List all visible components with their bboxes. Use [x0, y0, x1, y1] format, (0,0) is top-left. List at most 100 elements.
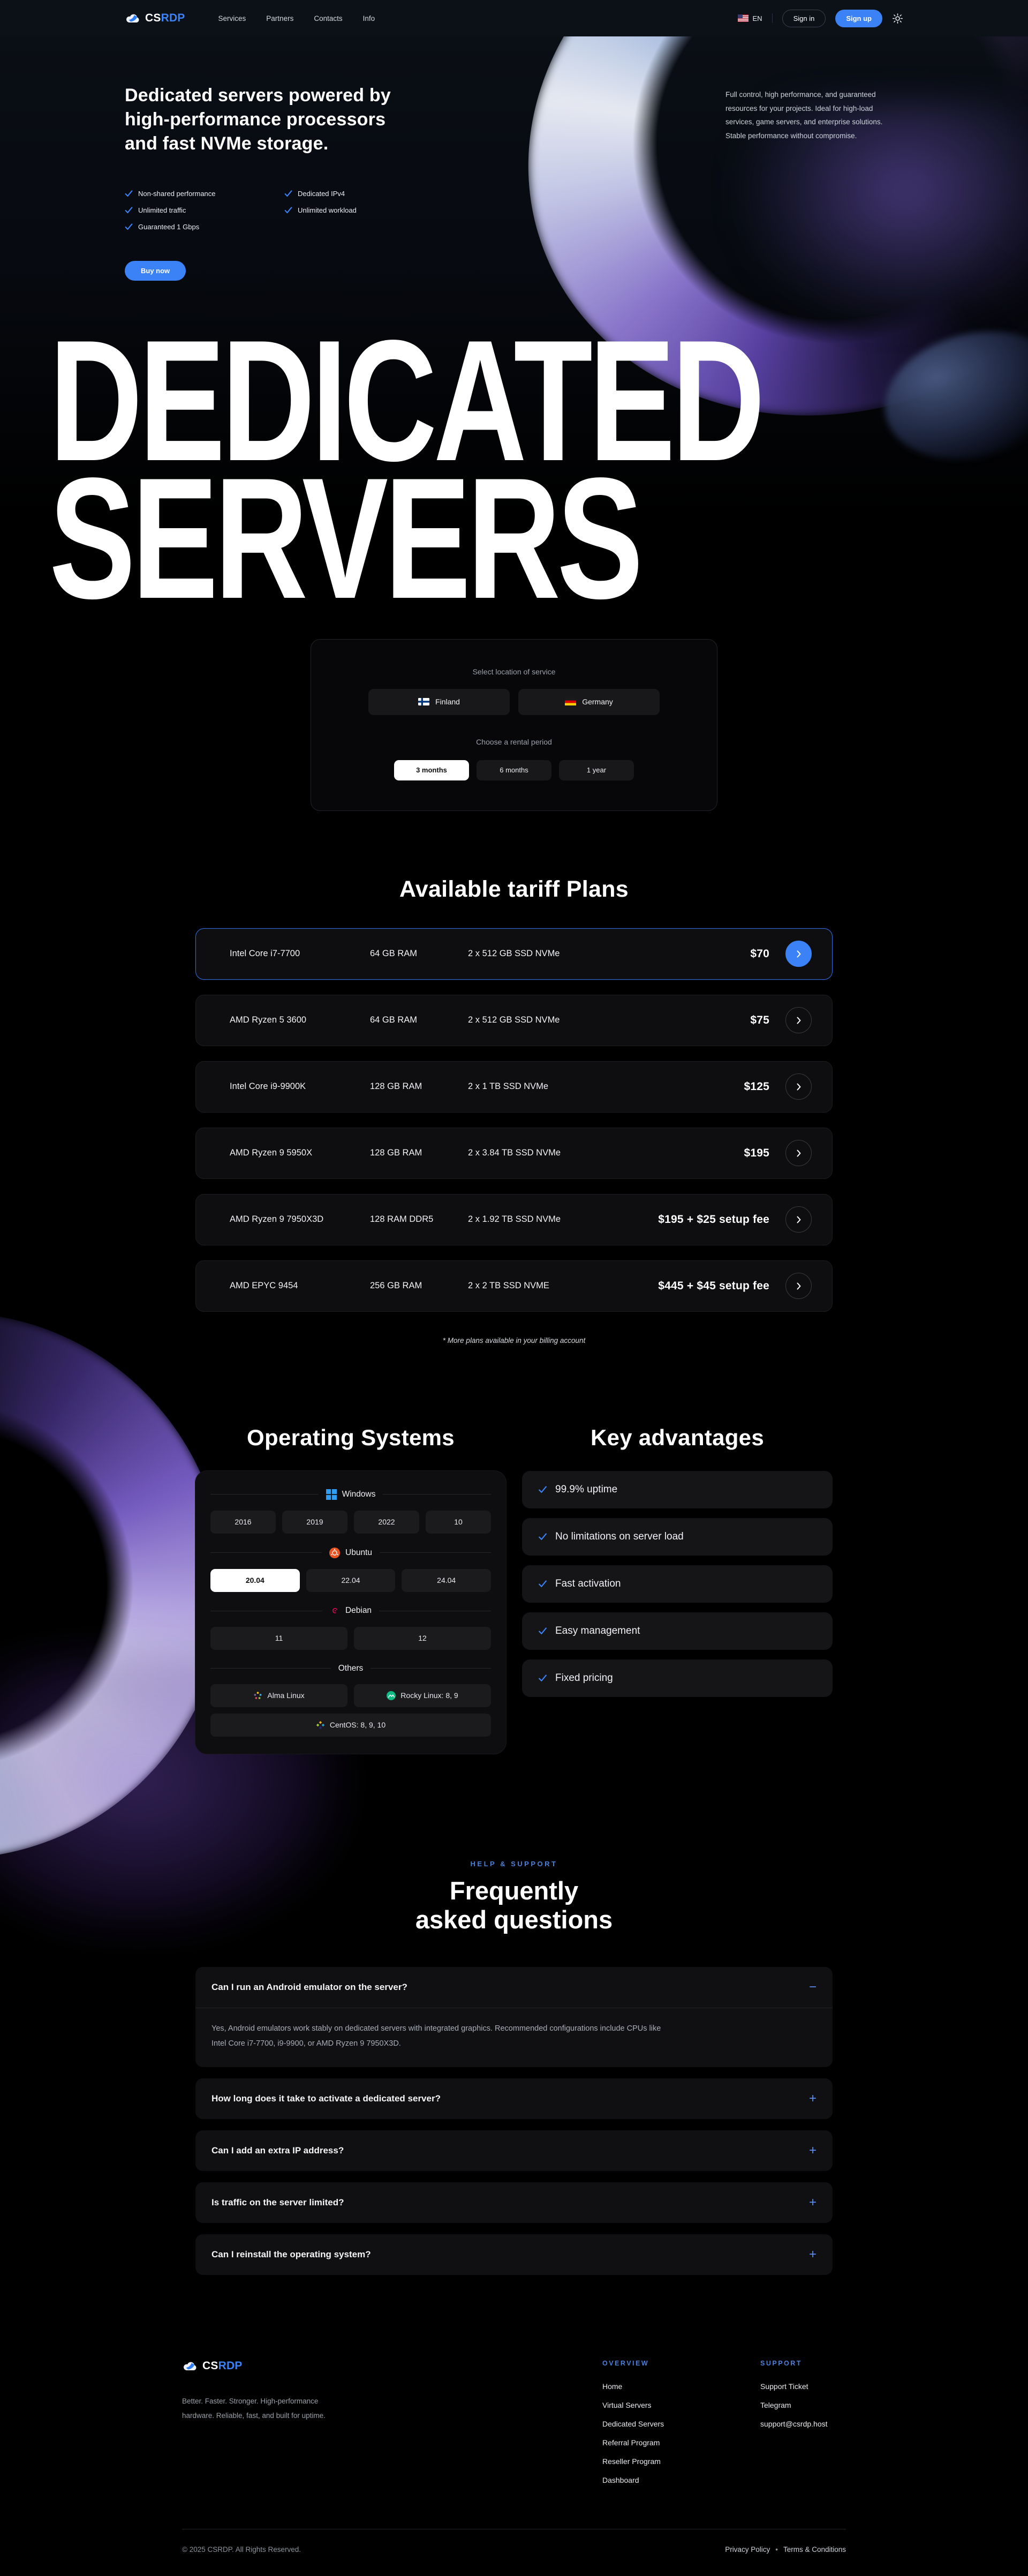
os-ubuntu-2404-button[interactable]: 24.04 — [402, 1569, 491, 1592]
footer-support-title: SUPPORT — [760, 2360, 828, 2367]
expand-plus-icon[interactable]: + — [809, 2144, 817, 2157]
os-windows-2019-button[interactable]: 2019 — [282, 1511, 347, 1534]
top-navbar: CSRDP Services Partners Contacts Info EN… — [0, 0, 1028, 36]
plan-order-arrow-button[interactable] — [785, 1273, 812, 1299]
faq-item-traffic-limit: Is traffic on the server limited? + — [195, 2182, 833, 2223]
faq-question-toggle[interactable]: How long does it take to activate a dedi… — [195, 2078, 833, 2119]
hero-description: Full control, high performance, and guar… — [725, 88, 903, 156]
plan-row-intel-i7-7700[interactable]: Intel Core i7-7700 64 GB RAM 2 x 512 GB … — [195, 928, 833, 980]
terms-conditions-link[interactable]: Terms & Conditions — [783, 2545, 846, 2554]
plan-row-ryzen-9-5950x[interactable]: AMD Ryzen 9 5950X 128 GB RAM 2 x 3.84 TB… — [195, 1128, 833, 1179]
period-1-year-button[interactable]: 1 year — [559, 760, 634, 780]
plan-order-arrow-button[interactable] — [785, 941, 812, 967]
divider-line — [210, 1668, 331, 1669]
faq-item-android-emulator: Can I run an Android emulator on the ser… — [195, 1967, 833, 2068]
advantage-item: Easy management — [522, 1612, 833, 1650]
location-finland-button[interactable]: Finland — [368, 689, 510, 715]
os-and-advantages-section: Operating Systems Windows 2016 — [0, 1425, 1028, 1754]
ubuntu-group-label: Ubuntu — [329, 1548, 372, 1558]
feature-item: Non-shared performance — [125, 190, 284, 198]
nav-info[interactable]: Info — [363, 14, 375, 22]
privacy-policy-link[interactable]: Privacy Policy — [725, 2545, 770, 2554]
footer-link-home[interactable]: Home — [602, 2382, 693, 2391]
os-alma-linux-button[interactable]: Alma Linux — [210, 1684, 347, 1707]
language-switcher[interactable]: EN — [738, 14, 762, 22]
os-centos-button[interactable]: CentOS: 8, 9, 10 — [210, 1714, 491, 1737]
order-configurator-card: Select location of service Finland Germa… — [311, 639, 717, 811]
plan-price: $70 — [750, 948, 769, 960]
plan-row-ryzen-5-3600[interactable]: AMD Ryzen 5 3600 64 GB RAM 2 x 512 GB SS… — [195, 995, 833, 1046]
plans-list: Intel Core i7-7700 64 GB RAM 2 x 512 GB … — [195, 928, 833, 1312]
expand-plus-icon[interactable]: + — [809, 2092, 817, 2105]
tariff-plans-section: Available tariff Plans Intel Core i7-770… — [0, 876, 1028, 1345]
footer-link-referral-program[interactable]: Referral Program — [602, 2438, 693, 2447]
faq-question-toggle[interactable]: Is traffic on the server limited? + — [195, 2182, 833, 2223]
plans-heading: Available tariff Plans — [0, 876, 1028, 903]
footer-link-virtual-servers[interactable]: Virtual Servers — [602, 2401, 693, 2409]
os-ubuntu-2004-button[interactable]: 20.04 — [210, 1569, 300, 1592]
footer-bottom-bar: © 2025 CSRDP. All Rights Reserved. Priva… — [182, 2529, 846, 2576]
period-6-months-button[interactable]: 6 months — [477, 760, 551, 780]
feature-item: Unlimited workload — [284, 206, 461, 214]
ubuntu-logo-icon — [329, 1548, 340, 1558]
footer-brand-logo[interactable]: CSRDP — [182, 2360, 386, 2372]
os-debian-11-button[interactable]: 11 — [210, 1627, 347, 1650]
expand-plus-icon[interactable]: + — [809, 2248, 817, 2261]
plan-order-arrow-button[interactable] — [785, 1140, 812, 1166]
os-ubuntu-2204-button[interactable]: 22.04 — [306, 1569, 396, 1592]
plan-row-intel-i9-9900k[interactable]: Intel Core i9-9900K 128 GB RAM 2 x 1 TB … — [195, 1061, 833, 1113]
period-3-months-button[interactable]: 3 months — [394, 760, 469, 780]
plan-row-ryzen-9-7950x3d[interactable]: AMD Ryzen 9 7950X3D 128 RAM DDR5 2 x 1.9… — [195, 1194, 833, 1245]
nav-services[interactable]: Services — [218, 14, 246, 22]
sign-up-button[interactable]: Sign up — [835, 10, 882, 27]
os-rocky-linux-button[interactable]: Rocky Linux: 8, 9 — [354, 1684, 491, 1707]
expand-plus-icon[interactable]: + — [809, 2196, 817, 2209]
os-windows-10-button[interactable]: 10 — [426, 1511, 491, 1534]
hero-feature-list: Non-shared performance Dedicated IPv4 Un… — [125, 190, 903, 231]
plan-order-arrow-button[interactable] — [785, 1073, 812, 1100]
plan-price: $445 + $45 setup fee — [658, 1280, 769, 1293]
location-germany-button[interactable]: Germany — [518, 689, 660, 715]
brand-logo[interactable]: CSRDP — [125, 12, 185, 25]
collapse-minus-icon[interactable]: − — [809, 1981, 817, 1994]
advantage-item: Fixed pricing — [522, 1659, 833, 1697]
advantages-heading: Key advantages — [522, 1425, 833, 1451]
main-nav: Services Partners Contacts Info — [218, 14, 375, 22]
advantages-list: 99.9% uptime No limitations on server lo… — [522, 1471, 833, 1697]
debian-logo-icon — [330, 1606, 340, 1616]
faq-question-toggle[interactable]: Can I run an Android emulator on the ser… — [195, 1967, 833, 2008]
os-debian-12-button[interactable]: 12 — [354, 1627, 491, 1650]
footer-link-telegram[interactable]: Telegram — [760, 2401, 828, 2409]
footer-link-dedicated-servers[interactable]: Dedicated Servers — [602, 2420, 693, 2428]
advantage-item: Fast activation — [522, 1565, 833, 1603]
faq-question-toggle[interactable]: Can I add an extra IP address? + — [195, 2130, 833, 2171]
divider-line — [371, 1668, 491, 1669]
footer-overview-title: OVERVIEW — [602, 2360, 693, 2367]
page-footer: CSRDP Better. Faster. Stronger. High-per… — [0, 2360, 1028, 2576]
footer-link-dashboard[interactable]: Dashboard — [602, 2476, 693, 2484]
plan-row-epyc-9454[interactable]: AMD EPYC 9454 256 GB RAM 2 x 2 TB SSD NV… — [195, 1260, 833, 1312]
os-selector-card: Windows 2016 2019 2022 10 — [195, 1471, 506, 1754]
faq-item-activation-time: How long does it take to activate a dedi… — [195, 2078, 833, 2119]
sign-in-button[interactable]: Sign in — [782, 10, 826, 27]
footer-link-support-email[interactable]: support@csrdp.host — [760, 2420, 828, 2428]
nav-partners[interactable]: Partners — [266, 14, 293, 22]
period-label: Choose a rental period — [311, 738, 717, 746]
os-windows-2022-button[interactable]: 2022 — [354, 1511, 419, 1534]
footer-link-reseller-program[interactable]: Reseller Program — [602, 2457, 693, 2466]
buy-now-button[interactable]: Buy now — [125, 261, 186, 281]
check-icon — [538, 1627, 547, 1635]
plan-order-arrow-button[interactable] — [785, 1206, 812, 1233]
nav-contacts[interactable]: Contacts — [314, 14, 342, 22]
giant-dedicated-servers-title: DEDICATED SERVERS — [0, 332, 1028, 608]
plan-price: $125 — [744, 1080, 769, 1093]
feature-item: Dedicated IPv4 — [284, 190, 461, 198]
faq-question-toggle[interactable]: Can I reinstall the operating system? + — [195, 2234, 833, 2275]
plan-order-arrow-button[interactable] — [785, 1007, 812, 1033]
theme-toggle-sun-icon[interactable] — [892, 13, 903, 24]
footer-link-support-ticket[interactable]: Support Ticket — [760, 2382, 828, 2391]
check-icon — [125, 223, 133, 230]
check-icon — [284, 190, 292, 197]
os-windows-2016-button[interactable]: 2016 — [210, 1511, 276, 1534]
faq-item-reinstall-os: Can I reinstall the operating system? + — [195, 2234, 833, 2275]
